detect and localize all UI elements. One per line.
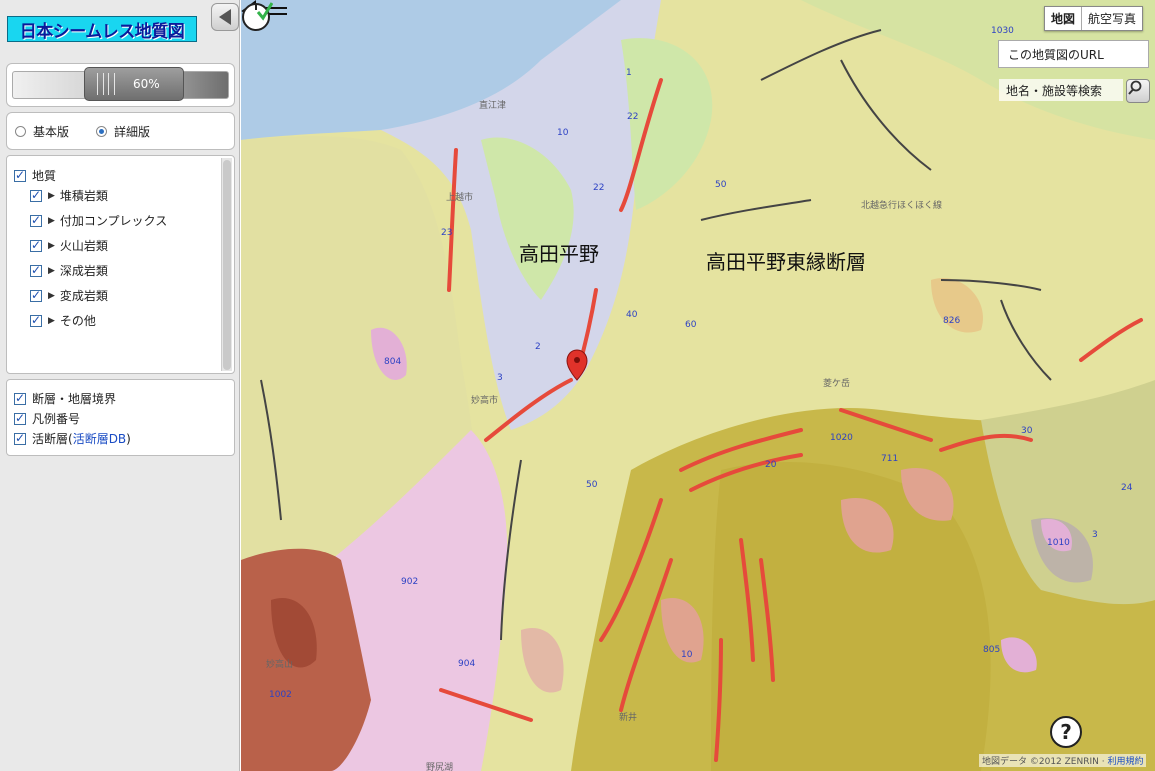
logo-text: 日本シームレス地質図	[19, 21, 185, 42]
map-type-toggle: 地図 航空写真	[1044, 6, 1144, 31]
radio-icon[interactable]	[15, 125, 26, 137]
expand-arrow-icon[interactable]: ▶	[48, 241, 55, 251]
checkbox[interactable]	[30, 238, 42, 252]
checkbox[interactable]	[30, 288, 42, 302]
map-attribution: 地図データ ©2012 ZENRIN · 利用規約	[979, 754, 1147, 767]
layer-accretionary[interactable]: ▶ 付加コンプレックス	[30, 212, 167, 229]
overlay-label: 断層・地層境界	[32, 392, 117, 406]
checkbox[interactable]	[30, 188, 42, 202]
place-label: 妙高市	[471, 396, 499, 406]
geology-layers-panel: 地質 ▶ 堆積岩類 ▶ 付加コンプレックス ▶ 火山岩類 ▶ 深成岩類 ▶ 変成…	[6, 155, 235, 374]
grip-icon	[97, 73, 115, 95]
chevron-left-icon	[219, 9, 231, 25]
layer-label: 深成岩類	[59, 264, 108, 278]
place-label: 上越市	[446, 193, 474, 203]
overlay-label-suffix: )	[126, 431, 131, 446]
attribution-text: 地図データ ©2012 ZENRIN	[982, 757, 1099, 767]
layer-volcanic[interactable]: ▶ 火山岩類	[30, 237, 108, 254]
overlay-legend-number[interactable]: 凡例番号	[14, 410, 80, 427]
checkbox[interactable]	[14, 431, 26, 445]
layer-label: その他	[59, 314, 96, 328]
help-button[interactable]: ?	[1050, 716, 1082, 748]
overlay-panel: 断層・地層境界 凡例番号 活断層(活断層DB)	[6, 379, 235, 456]
map-canvas	[241, 0, 1155, 771]
search-icon	[1128, 80, 1142, 95]
search-button[interactable]	[1126, 79, 1150, 103]
layer-geology[interactable]: 地質	[14, 167, 56, 184]
layer-label: 火山岩類	[59, 239, 108, 253]
current-location-button[interactable]	[241, 0, 273, 32]
expand-arrow-icon[interactable]: ▶	[48, 316, 55, 326]
radio-label: 詳細版	[114, 124, 151, 139]
annotation-east-fault: 高田平野東縁断層	[706, 250, 866, 274]
expand-arrow-icon[interactable]: ▶	[48, 191, 55, 201]
collapse-sidebar-button[interactable]	[211, 3, 239, 31]
overlay-label-prefix: 活断層(	[32, 432, 73, 446]
radio-basic-version[interactable]: 基本版	[15, 123, 69, 140]
place-label: 妙高山	[266, 660, 294, 670]
layer-label: 堆積岩類	[59, 189, 108, 203]
expand-arrow-icon[interactable]: ▶	[48, 291, 55, 301]
layer-plutonic[interactable]: ▶ 深成岩類	[30, 262, 108, 279]
app-logo[interactable]: 日本シームレス地質図	[7, 16, 197, 42]
place-label: 直江津	[479, 101, 507, 111]
checkbox[interactable]	[14, 168, 26, 182]
checkbox[interactable]	[14, 411, 26, 425]
place-label: 新井	[619, 713, 638, 723]
terms-link[interactable]: 利用規約	[1107, 757, 1143, 767]
layer-sedimentary[interactable]: ▶ 堆積岩類	[30, 187, 108, 204]
overlay-active-fault[interactable]: 活断層(活断層DB)	[14, 430, 131, 447]
checkbox[interactable]	[14, 391, 26, 405]
active-fault-db-link[interactable]: 活断層DB	[73, 430, 126, 447]
geology-map[interactable]: 1 10 22 23 50 3 2 40 60 804 902 904 1002…	[241, 0, 1155, 771]
place-label: 菱ケ岳	[823, 379, 851, 389]
expand-arrow-icon[interactable]: ▶	[48, 216, 55, 226]
radio-icon[interactable]	[96, 125, 108, 137]
map-url-button[interactable]: この地質図のURL	[998, 40, 1149, 68]
annotation-takada-plain: 高田平野	[519, 242, 599, 266]
layer-other[interactable]: ▶ その他	[30, 312, 96, 329]
checkbox[interactable]	[30, 213, 42, 227]
map-type-map-button[interactable]: 地図	[1045, 7, 1083, 30]
layer-label: 変成岩類	[59, 289, 108, 303]
map-type-aerial-button[interactable]: 航空写真	[1082, 7, 1142, 30]
layer-label: 付加コンプレックス	[59, 214, 168, 228]
version-panel: 基本版 詳細版	[6, 112, 235, 150]
radio-label: 基本版	[33, 124, 70, 139]
overlay-fault-boundary[interactable]: 断層・地層境界	[14, 390, 116, 407]
opacity-slider-thumb[interactable]: 60%	[84, 67, 184, 101]
checkbox[interactable]	[30, 313, 42, 327]
place-label: 北越急行ほくほく線	[861, 201, 943, 211]
opacity-panel: 60%	[6, 63, 235, 107]
layers-scrollbar[interactable]	[221, 158, 232, 371]
layer-label: 地質	[32, 169, 57, 183]
scrollbar-thumb[interactable]	[223, 160, 231, 370]
radio-detailed-version[interactable]: 詳細版	[96, 123, 150, 140]
place-search-input[interactable]: 地名・施設等検索	[999, 79, 1123, 101]
checkbox[interactable]	[30, 263, 42, 277]
sidebar: 日本シームレス地質図 60% 基本版 詳細版 地質 ▶ 堆積岩類	[0, 0, 240, 771]
expand-arrow-icon[interactable]: ▶	[48, 266, 55, 276]
opacity-value: 60%	[133, 77, 160, 91]
overlay-label: 凡例番号	[32, 412, 81, 426]
place-label: 野尻湖	[426, 763, 454, 771]
layer-metamorphic[interactable]: ▶ 変成岩類	[30, 287, 108, 304]
